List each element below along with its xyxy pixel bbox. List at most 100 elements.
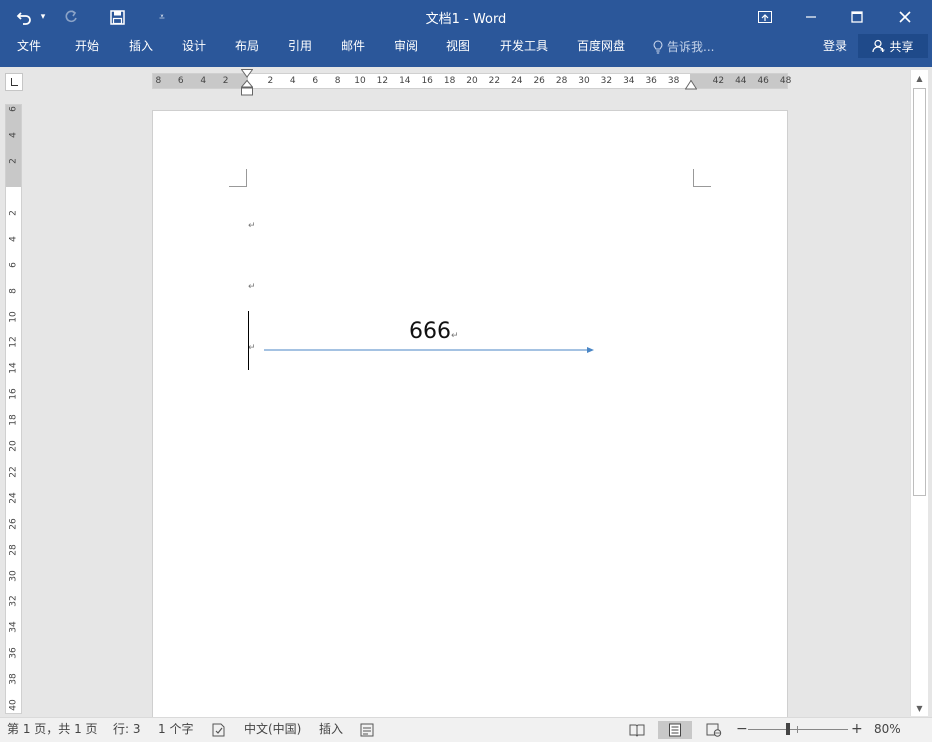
ruler-label: 2 [267,76,274,86]
scroll-thumb[interactable] [913,88,926,496]
right-indent-marker[interactable] [685,80,697,90]
ruler-label: 30 [8,569,19,582]
ruler-label: 24 [511,76,523,86]
word-window: ▾ ⩡ 文档1 - Word 文件 开始 插入 设计 布局 引用 邮件 审阅 视… [0,0,932,742]
line-number[interactable]: 行: 3 [113,718,141,742]
macro-record-icon[interactable] [358,721,376,739]
proofing-icon[interactable] [210,721,228,739]
ruler-label: 8 [8,287,19,294]
save-button[interactable] [104,0,130,34]
tab-baidu-netdisk[interactable]: 百度网盘 [577,34,625,60]
tab-mailings[interactable]: 邮件 [341,34,365,60]
save-icon [109,9,125,25]
redo-button[interactable] [58,0,84,34]
first-line-indent-marker[interactable] [241,69,253,78]
document-page[interactable]: ↵ ↵ ↵ 666↵ [152,110,788,717]
paragraph-mark-icon: ↵ [248,343,256,353]
language-indicator[interactable]: 中文(中国) [244,718,301,742]
undo-button[interactable] [10,0,38,34]
ruler-label: 32 [600,76,613,86]
ruler-label: 18 [443,76,456,86]
zoom-slider-track[interactable] [748,729,848,730]
caret-down-icon: ▾ [40,12,46,22]
document-text-666[interactable]: 666↵ [409,319,459,344]
tab-design[interactable]: 设计 [182,34,206,60]
zoom-out-button[interactable]: − [736,718,748,742]
tell-me-box[interactable]: 告诉我... [653,34,714,60]
tab-layout[interactable]: 布局 [235,34,259,60]
tab-view[interactable]: 视图 [446,34,470,60]
ribbon-tab-bar: 文件 开始 插入 设计 布局 引用 邮件 审阅 视图 开发工具 百度网盘 告诉我… [0,34,932,67]
ruler-label: 32 [8,595,19,608]
ruler-label: 12 [8,336,19,349]
ruler-label: 4 [8,235,19,242]
word-count[interactable]: 1 个字 [158,718,193,742]
ruler-label: 4 [289,76,296,86]
document-canvas[interactable]: ↵ ↵ ↵ 666↵ [26,97,910,717]
ruler-label: 40 [8,699,19,711]
undo-icon [16,12,31,25]
scroll-down-button[interactable]: ▼ [911,700,928,716]
ruler-label: 12 [376,76,389,86]
zoom-level[interactable]: 80% [874,718,901,742]
ruler-label: 48 [779,76,792,86]
zoom-in-button[interactable]: + [851,718,863,742]
read-mode-view-icon[interactable] [628,721,646,739]
maximize-button[interactable] [834,0,880,34]
ruler-label: 8 [334,76,341,86]
share-button[interactable]: 共享 [858,34,928,58]
insert-mode[interactable]: 插入 [319,718,343,742]
tab-insert[interactable]: 插入 [129,34,153,60]
tab-review[interactable]: 审阅 [394,34,418,60]
web-layout-view-icon[interactable] [705,721,723,739]
ruler-label: 16 [8,388,19,400]
crop-mark-top-right [693,169,711,187]
close-button[interactable] [882,0,928,34]
zoom-slider-thumb[interactable] [786,723,790,735]
ruler-label: 28 [8,543,19,556]
ruler-label: 6 [312,76,319,86]
text-cursor [248,311,249,370]
ribbon-display-options-button[interactable] [742,0,788,34]
ruler-label: 10 [8,310,19,323]
ruler-label: 10 [354,76,366,86]
ruler-label: 2 [222,76,229,86]
redo-icon [65,10,77,23]
ruler-label: 18 [8,414,19,426]
minimize-icon [806,16,816,18]
minimize-button[interactable] [788,0,834,34]
ruler-label: 6 [8,106,19,113]
left-indent-marker[interactable] [241,80,253,96]
triangle-down-icon: ▼ [916,703,923,713]
triangle-up-icon: ▲ [916,73,923,83]
ruler-label: 46 [757,76,769,86]
customize-qat-button[interactable]: ⩡ [152,0,172,34]
paragraph-mark-icon: ↵ [451,331,459,341]
ruler-label: 4 [8,132,19,139]
tab-stop-selector[interactable] [5,73,23,91]
arrow-shape[interactable] [264,345,596,355]
paragraph-mark-icon: ↵ [248,282,256,292]
vertical-scrollbar[interactable]: ▲ ▼ [910,70,928,716]
ruler-label: 6 [8,261,19,268]
share-label: 共享 [889,39,914,54]
ruler-label: 24 [8,492,19,504]
vertical-ruler[interactable]: 6 4 2 2 4 6 8 10 12 14 16 18 20 22 24 26 28 30 32 34 36 38 40 [5,104,22,714]
person-icon [872,39,885,53]
tab-developer[interactable]: 开发工具 [500,34,548,60]
sign-in-link[interactable]: 登录 [823,34,847,60]
page-count[interactable]: 第 1 页，共 1 页 [7,718,98,742]
ruler-label: 36 [8,647,19,659]
print-layout-view-icon[interactable] [658,721,692,739]
ruler-label: 42 [712,76,725,86]
tab-file[interactable]: 文件 [17,34,41,60]
title-bar: ▾ ⩡ 文档1 - Word [0,0,932,34]
tab-home[interactable]: 开始 [75,34,99,60]
tab-references[interactable]: 引用 [288,34,312,60]
ruler-label: 20 [8,440,19,452]
customize-dropdown-icon: ⩡ [159,11,165,23]
ruler-label: 22 [488,76,501,86]
undo-dropdown-button[interactable]: ▾ [37,0,49,34]
ruler-label: 38 [8,673,19,685]
scroll-up-button[interactable]: ▲ [911,70,928,86]
